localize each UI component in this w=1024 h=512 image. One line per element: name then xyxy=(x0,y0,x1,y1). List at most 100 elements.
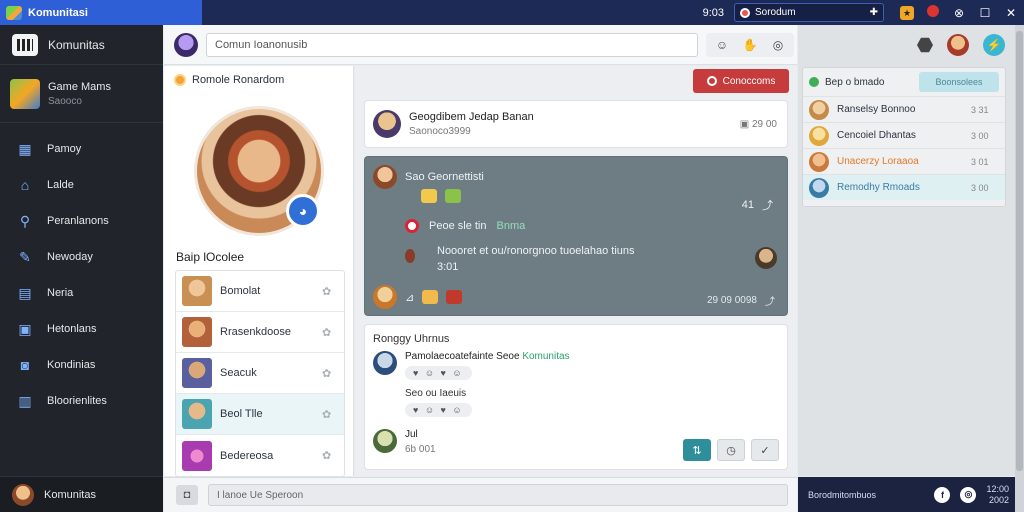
post-card-highlight[interactable]: Sao Geornettisti 41 ⤴ Peoe sle tin Bnma … xyxy=(364,156,788,316)
sidebar-item-5[interactable]: ▣ Hetonlans xyxy=(0,311,163,347)
friend-row[interactable]: Rrasenkdoose ✿ xyxy=(176,312,344,353)
profile-header: Romole Ronardom xyxy=(164,66,353,94)
check-button[interactable]: ✓ xyxy=(751,439,779,461)
search-box[interactable]: Sorodum ✚ xyxy=(734,3,884,22)
online-row[interactable]: Cencoiel Dhantas 3 00 xyxy=(803,122,1005,148)
share-icon[interactable]: ⤴ xyxy=(765,293,775,308)
hexagon-icon[interactable] xyxy=(917,37,933,53)
friend-row[interactable]: Beol Tlle ✿ xyxy=(176,394,344,435)
comment-author: Jul xyxy=(405,429,418,440)
bookmark-icon[interactable]: ⊿ xyxy=(405,291,414,304)
search-input[interactable]: Sorodum xyxy=(755,7,865,18)
camera-icon[interactable]: ◘ xyxy=(176,485,198,505)
pin-icon[interactable]: ✚ xyxy=(870,7,878,18)
post-card[interactable]: Geogdibem Jedap Banan Saonoco3999 ▣ 29 0… xyxy=(364,100,788,148)
chat-bar: ◘ I lanoe Ue Speroon xyxy=(164,477,797,512)
settings-icon[interactable]: ✿ xyxy=(322,408,344,421)
profile-panel: Romole Ronardom ◕ Baip lOcolee Bomolat ✿… xyxy=(164,66,354,477)
lightning-icon[interactable]: ⚡ xyxy=(983,34,1005,56)
maximize-icon[interactable]: ☐ xyxy=(972,6,998,20)
scrollbar-thumb[interactable] xyxy=(1016,31,1023,471)
share-icon[interactable]: ⤴ xyxy=(762,197,773,213)
sidebar-item-1[interactable]: ⌂ Lalde xyxy=(0,167,163,203)
online-meta: 3 31 xyxy=(971,104,989,115)
friend-avatar xyxy=(182,276,212,306)
game-subtitle: Saooco xyxy=(48,95,82,107)
reactions[interactable]: ♥ ☺ ♥ ☺ xyxy=(405,366,472,380)
avatar[interactable] xyxy=(947,34,969,56)
reply-button[interactable]: ⇅ xyxy=(683,439,711,461)
settings-icon[interactable]: ⊗ xyxy=(946,6,972,20)
close-icon[interactable]: ✕ xyxy=(998,6,1024,20)
friend-name: Bomolat xyxy=(220,285,261,297)
online-list: Bep o bmado Boonsolees Ranselsy Bonnoo 3… xyxy=(802,67,1006,207)
join-button[interactable]: Boonsolees xyxy=(919,72,999,92)
friend-name: Bedereosa xyxy=(220,449,274,462)
settings-icon[interactable]: ✿ xyxy=(322,449,344,462)
settings-icon[interactable]: ✿ xyxy=(322,285,344,298)
gem-icon xyxy=(446,290,463,304)
avatar xyxy=(809,177,829,198)
alert-icon[interactable] xyxy=(920,5,946,20)
app-logo-icon xyxy=(6,5,22,20)
friend-row[interactable]: Bedereosa ✿ xyxy=(176,435,344,476)
message-input[interactable]: I lanoe Ue Speroon xyxy=(208,484,788,506)
friend-row[interactable]: Seacuk ✿ xyxy=(176,353,344,394)
discord-icon: ◙ xyxy=(20,357,30,373)
online-row[interactable]: Ranselsy Bonnoo 3 31 xyxy=(803,96,1005,122)
sidebar-item-6[interactable]: ◙ Kondinias xyxy=(0,347,163,383)
friend-avatar xyxy=(182,440,212,471)
clock-button[interactable]: ◷ xyxy=(717,439,745,461)
sidebar-item-label: Peranlanons xyxy=(47,215,109,227)
avatar xyxy=(373,165,397,189)
sidebar-item-0[interactable]: ▦ Pamoy xyxy=(0,131,163,167)
sidebar-item-7[interactable]: ▥ Bloorienlites xyxy=(0,383,163,419)
reactions[interactable]: ♥ ☺ ♥ ☺ xyxy=(405,403,472,417)
app-title: Komunitasi xyxy=(28,6,88,19)
right-panel: ⚡ Bep o bmado Boonsolees Ranselsy Bonnoo… xyxy=(798,25,1015,476)
friend-row[interactable]: Bomolat ✿ xyxy=(176,271,344,312)
globe-icon[interactable]: ◎ xyxy=(960,486,977,503)
emoji-icon[interactable]: ☺ xyxy=(710,35,734,55)
avatar xyxy=(373,429,397,453)
comments-card: Ronggy Uhrnus Pamolaecoatefainte Seoe Ko… xyxy=(364,324,788,470)
comment[interactable]: Pamolaecoatefainte Seoe Komunitas ♥ ☺ ♥ … xyxy=(373,351,570,417)
avatar xyxy=(174,32,198,57)
post-meta: ▣ 29 00 xyxy=(739,119,777,130)
sidebar-item-2[interactable]: ⚲ Peranlanons xyxy=(0,203,163,239)
scrollbar[interactable] xyxy=(1015,25,1024,512)
settings-icon[interactable]: ✿ xyxy=(322,367,344,380)
post-content: Peoe sle tin Bnma Noooret et ou/ronorgno… xyxy=(405,219,745,273)
comment[interactable]: Jul 6b 001 xyxy=(373,429,436,455)
image-icon[interactable]: ✋ xyxy=(738,35,762,55)
discord-badge-icon[interactable]: ◕ xyxy=(286,194,320,228)
comment-text: Pamolaecoatefainte Seoe xyxy=(405,351,520,362)
post-title: Geogdibem Jedap Banan xyxy=(409,111,534,123)
notification-icon[interactable]: ★ xyxy=(894,5,920,20)
game-entry[interactable]: Game Mams Saooco xyxy=(0,65,163,123)
post-inner-text: Noooret et ou/ronorgnoo tuoelahao tiuns xyxy=(437,245,635,257)
clock-date: 2002 xyxy=(988,494,1009,505)
app-tab[interactable]: Komunitasi xyxy=(0,0,202,25)
online-meta: 3 01 xyxy=(971,156,989,167)
post-footer: ⊿ xyxy=(373,285,463,309)
online-row[interactable]: Unacerzy Loraaoa 3 01 xyxy=(803,148,1005,174)
avatar xyxy=(12,483,34,506)
online-row[interactable]: Remodhy Rmoads 3 00 xyxy=(803,174,1005,200)
gif-icon[interactable]: ◎ xyxy=(766,35,790,55)
sidebar-item-label: Newoday xyxy=(47,251,93,263)
sidebar-header[interactable]: Komunitas xyxy=(0,25,163,65)
info-icon[interactable]: f xyxy=(934,486,951,503)
new-post-label: Conoccoms xyxy=(722,75,776,87)
gem-icon xyxy=(421,189,437,203)
new-post-button[interactable]: Conoccoms xyxy=(693,69,789,93)
post-input[interactable]: Comun Ioanonusib xyxy=(206,32,698,57)
sidebar-item-3[interactable]: ✎ Newoday xyxy=(0,239,163,275)
settings-icon[interactable]: ✿ xyxy=(322,326,344,339)
sidebar-item-4[interactable]: ▤ Neria xyxy=(0,275,163,311)
home-icon: ⌂ xyxy=(20,177,30,193)
post-inner-title: Peoe sle tin xyxy=(429,220,487,232)
online-header: Bep o bmado Boonsolees xyxy=(803,68,1005,96)
sidebar-footer[interactable]: Komunitas xyxy=(0,476,163,512)
comment-highlight[interactable]: Komunitas xyxy=(522,351,569,362)
